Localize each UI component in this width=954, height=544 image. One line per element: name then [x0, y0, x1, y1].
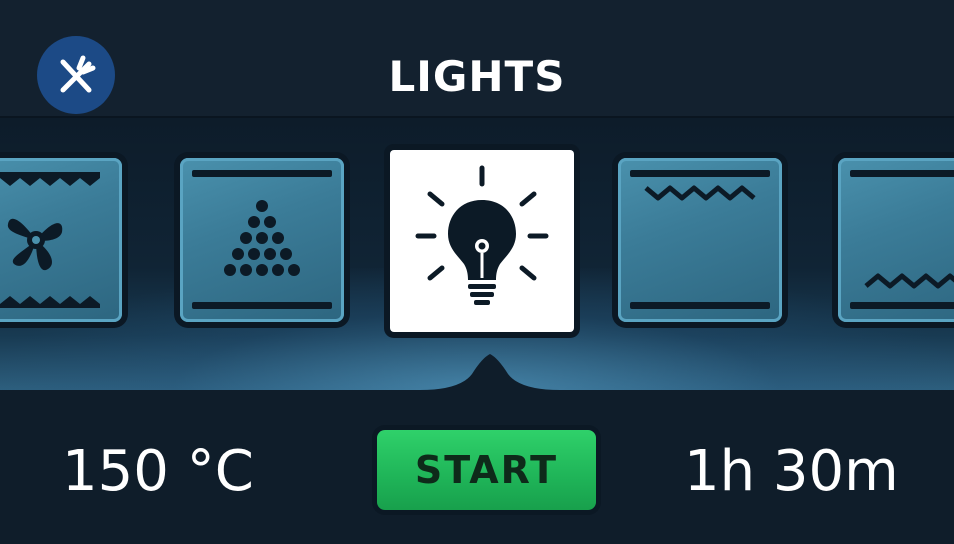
fork-knife-icon — [60, 55, 96, 93]
bottom-heat-icon — [850, 170, 954, 309]
mode-tile-lights[interactable] — [390, 150, 574, 332]
duration-display[interactable]: 1h 30m — [684, 437, 899, 507]
fan-icon — [0, 172, 100, 308]
top-heat-icon — [630, 170, 770, 309]
oven-screen: LIGHTS 150 °C START 1h 30m — [0, 0, 954, 544]
lightbulb-icon — [415, 165, 549, 305]
mode-tile-dough[interactable] — [180, 158, 344, 322]
selection-pointer — [420, 354, 560, 404]
page-title: LIGHTS — [388, 52, 566, 101]
start-label: START — [414, 448, 559, 492]
start-button[interactable]: START — [377, 430, 596, 510]
temperature-display[interactable]: 150 °C — [62, 437, 254, 507]
dots-triangle-icon — [192, 170, 332, 309]
cooking-menu-button[interactable] — [37, 36, 115, 114]
mode-tile-top-heat[interactable] — [618, 158, 782, 322]
mode-tile-fan[interactable] — [0, 158, 122, 322]
mode-tile-bottom-heat[interactable] — [838, 158, 954, 322]
